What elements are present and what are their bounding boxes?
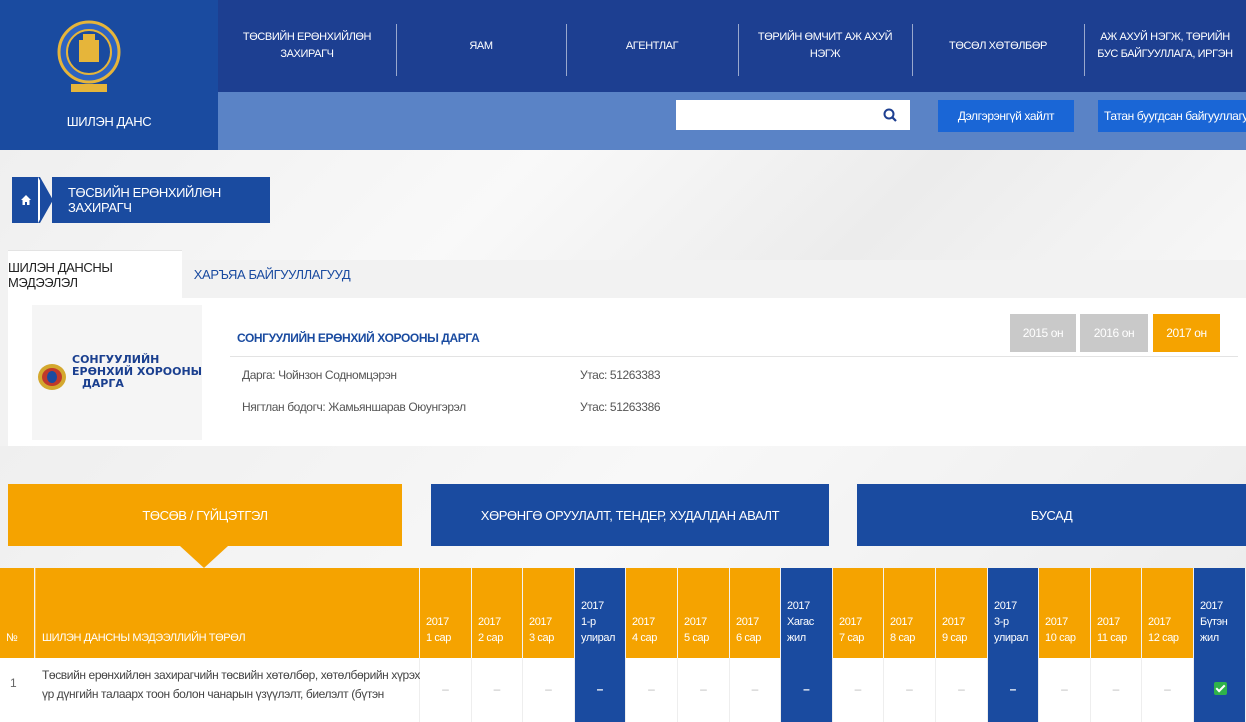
table-header-period: 2017 3 сар — [523, 568, 574, 658]
row-number: 1 — [10, 676, 17, 690]
table-cell[interactable]: – — [988, 658, 1039, 722]
cell-value: – — [442, 682, 449, 696]
tab-budget-performance[interactable]: ТӨСӨВ / ГҮЙЦЭТГЭЛ — [8, 484, 402, 546]
org-logo-text: СОНГУУЛИЙН ЕРӨНХИЙ ХОРООНЫ ДАРГА — [72, 353, 203, 390]
org-divider — [230, 356, 1238, 357]
table-header-period: 2017 1-р улирал — [575, 568, 625, 658]
cell-value: – — [545, 682, 552, 696]
site-logo[interactable]: ШИЛЭН ДАНС — [0, 0, 218, 150]
table-cell[interactable]: – — [626, 658, 678, 722]
table-header-period: 2017 2 сар — [472, 568, 522, 658]
state-emblem-icon — [57, 20, 121, 92]
cell-value: – — [1061, 682, 1068, 696]
breadcrumb-separator-arrow — [40, 177, 53, 223]
table-header-type: ШИЛЭН ДАНСНЫ МЭДЭЭЛЛИЙН ТӨРӨЛ — [35, 568, 419, 658]
org-head-phone: Утас: 51263383 — [580, 368, 661, 382]
table-header-period: 2017 8 сар — [884, 568, 935, 658]
tab-glass-account-info[interactable]: ШИЛЭН ДАНСНЫ МЭДЭЭЛЭЛ — [8, 250, 182, 298]
org-accountant: Нягтлан бодогч: Жамьяншарав Оюунгэрэл — [242, 400, 466, 414]
cell-value: – — [700, 682, 707, 696]
search-icon — [883, 108, 897, 122]
table-cell[interactable]: – — [781, 658, 833, 722]
table-cell[interactable] — [1194, 658, 1246, 722]
site-logo-text: ШИЛЭН ДАНС — [66, 114, 152, 129]
table-header-no: № — [0, 568, 34, 658]
liquidated-orgs-button[interactable]: Татан буугдсан байгууллагууд — [1098, 100, 1246, 132]
year-button-2017[interactable]: 2017 он — [1153, 314, 1220, 352]
table-cell[interactable]: – — [420, 658, 472, 722]
row-description: Төсвийн ерөнхийлөн захирагчийн төсвийн х… — [42, 668, 421, 701]
table-header-period: 2017 4 сар — [626, 568, 677, 658]
election-committee-seal-icon — [38, 364, 66, 390]
table-cell[interactable]: – — [884, 658, 936, 722]
table-header-period: 2017 10 сар — [1039, 568, 1090, 658]
cell-value: – — [1164, 682, 1171, 696]
nav-item-enterprises[interactable]: АЖ АХУЙ НЭГЖ, ТӨРИЙН БУС БАЙГУУЛЛАГА, ИР… — [1084, 0, 1246, 92]
cell-value: – — [1009, 682, 1017, 696]
table-cell[interactable]: – — [523, 658, 575, 722]
tab-subordinate-orgs[interactable]: ХАРЪЯА БАЙГУУЛЛАГУУД — [182, 250, 362, 298]
tab-other[interactable]: БУСАД — [857, 484, 1246, 546]
tab-investment-tender[interactable]: ХӨРӨНГӨ ОРУУЛАЛТ, ТЕНДЕР, ХУДАЛДАН АВАЛТ — [431, 484, 829, 546]
table-header-period: 2017 12 сар — [1142, 568, 1193, 658]
table-header-period: 2017 11 сар — [1091, 568, 1141, 658]
table-cell[interactable]: – — [472, 658, 523, 722]
cell-value: – — [493, 682, 501, 696]
table-cell[interactable]: – — [936, 658, 988, 722]
nav-item-budget-governor[interactable]: ТӨСВИЙН ЕРӨНХИЙЛӨН ЗАХИРАГЧ — [218, 0, 396, 92]
breadcrumb-current: ТӨСВИЙН ЕРӨНХИЙЛӨН ЗАХИРАГЧ — [52, 177, 270, 223]
cell-value: – — [648, 682, 655, 696]
table-header-period: 2017 5 сар — [678, 568, 729, 658]
nav-item-ministry[interactable]: ЯАМ — [396, 0, 566, 92]
cell-value: – — [906, 682, 913, 696]
nav-item-state-owned[interactable]: ТӨРИЙН ӨМЧИТ АЖ АХУЙ НЭГЖ — [738, 0, 912, 92]
breadcrumb-home[interactable] — [12, 177, 40, 223]
table-cell[interactable]: – — [1091, 658, 1142, 722]
cell-value: – — [854, 682, 862, 696]
year-button-2015[interactable]: 2015 он — [1010, 314, 1076, 352]
table-header-period: 2017 7 сар — [833, 568, 883, 658]
table-cell[interactable]: – — [730, 658, 781, 722]
table-cell[interactable]: – — [1039, 658, 1091, 722]
nav-item-projects[interactable]: ТӨСӨЛ ХӨТӨЛБӨР — [912, 0, 1084, 92]
advanced-search-button[interactable]: Дэлгэрэнгүй хайлт — [938, 100, 1074, 132]
table-cell[interactable]: – — [833, 658, 884, 722]
top-navigation: ТӨСВИЙН ЕРӨНХИЙЛӨН ЗАХИРАГЧ ЯАМ АГЕНТЛАГ… — [218, 0, 1246, 92]
active-tab-pointer — [180, 546, 228, 568]
table-header-period: 2017 1 сар — [420, 568, 471, 658]
cell-value: – — [803, 682, 810, 696]
table-header-period: 2017 6 сар — [730, 568, 780, 658]
check-icon — [1213, 682, 1227, 695]
table-header-period: 2017 3-р улирал — [988, 568, 1038, 658]
table-header-period: 2017 9 сар — [936, 568, 987, 658]
table-header-period: 2017 Бүтэн жил — [1194, 568, 1245, 658]
nav-item-agency[interactable]: АГЕНТЛАГ — [566, 0, 738, 92]
cell-value: – — [751, 682, 759, 696]
org-title: СОНГУУЛИЙН ЕРӨНХИЙ ХОРООНЫ ДАРГА — [237, 331, 480, 345]
table-header-period: 2017 Хагас жил — [781, 568, 832, 658]
search-button[interactable] — [870, 100, 910, 130]
cell-value: – — [1112, 682, 1120, 696]
cell-value: – — [596, 682, 604, 696]
table-cell[interactable]: – — [575, 658, 626, 722]
table-cell[interactable]: – — [1142, 658, 1194, 722]
year-button-2016[interactable]: 2016 он — [1080, 314, 1148, 352]
home-icon — [21, 195, 31, 205]
org-head: Дарга: Чойнзон Содномцэрэн — [242, 368, 397, 382]
cell-value: – — [958, 682, 965, 696]
table-cell[interactable]: – — [678, 658, 730, 722]
search-input[interactable] — [676, 100, 870, 130]
org-accountant-phone: Утас: 51263386 — [580, 400, 661, 414]
